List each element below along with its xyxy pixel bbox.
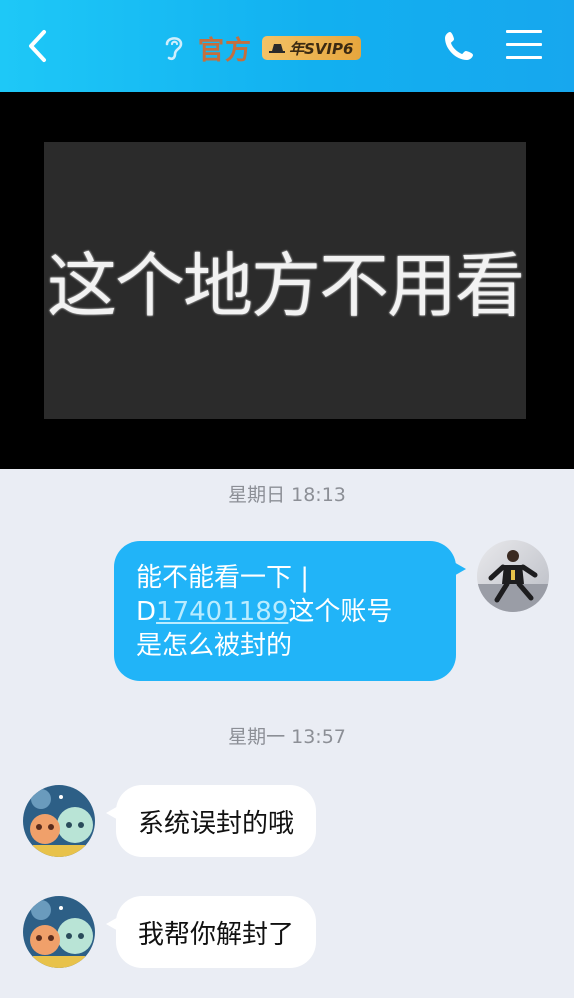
- hat-icon: [269, 44, 286, 53]
- redaction-overlay: 这个地方不用看: [0, 92, 574, 469]
- bubble-tail: [106, 805, 120, 821]
- contact-avatar[interactable]: [23, 785, 95, 857]
- chat-header: 官方 年SVIP6: [0, 0, 574, 92]
- account-number-link[interactable]: 17401189: [156, 597, 288, 627]
- message-line: 是怎么被封的: [136, 631, 293, 661]
- contact-name: 官方: [198, 35, 253, 66]
- bubble-tail: [106, 916, 120, 932]
- message-line: 能不能看一下 |: [136, 563, 310, 593]
- redaction-box: 这个地方不用看: [44, 142, 526, 419]
- timestamp: 星期日 18:13: [228, 484, 346, 506]
- self-avatar[interactable]: [477, 540, 549, 612]
- bubble-tail: [452, 561, 466, 577]
- svip-badge: 年SVIP6: [262, 36, 362, 60]
- message-text: 这个账号: [288, 597, 393, 627]
- menu-icon: [506, 30, 542, 59]
- message-line: D17401189这个账号: [136, 595, 438, 629]
- back-button[interactable]: [22, 26, 58, 66]
- message-text: D: [136, 597, 157, 627]
- timestamp: 星期一 13:57: [228, 726, 346, 748]
- phone-icon: [445, 32, 473, 60]
- chat-title-group[interactable]: 官方 年SVIP6: [162, 28, 362, 68]
- incoming-message-bubble[interactable]: 我帮你解封了: [106, 896, 317, 968]
- outgoing-message-bubble[interactable]: 能不能看一下 | D17401189这个账号 是怎么被封的: [114, 541, 466, 681]
- ear-icon: [165, 37, 183, 61]
- contact-avatar[interactable]: [23, 896, 95, 968]
- chevron-left-icon: [29, 30, 46, 62]
- menu-button[interactable]: [506, 30, 542, 62]
- svip-badge-label: 年SVIP6: [289, 39, 354, 58]
- message-text: 系统误封的哦: [138, 808, 295, 839]
- message-text: 我帮你解封了: [138, 919, 295, 950]
- call-button[interactable]: [442, 29, 476, 63]
- incoming-message-bubble[interactable]: 系统误封的哦: [106, 785, 317, 857]
- redaction-text: 这个地方不用看: [47, 245, 525, 327]
